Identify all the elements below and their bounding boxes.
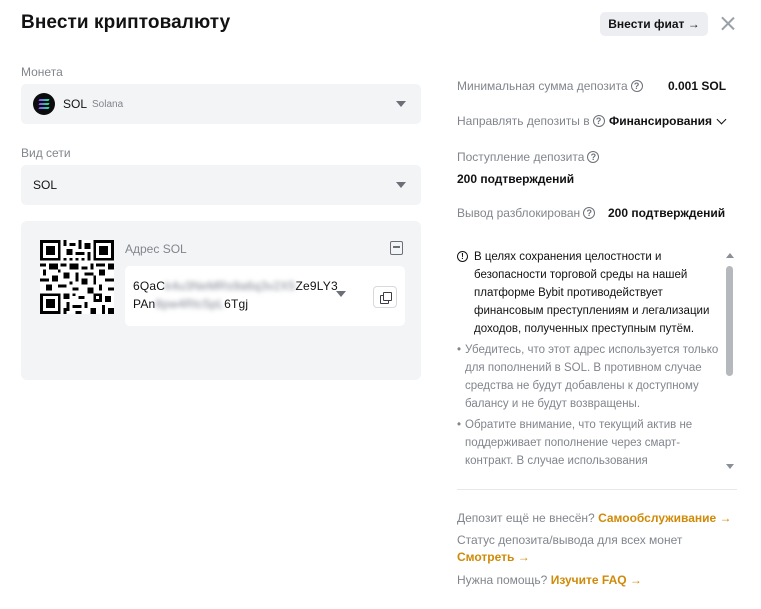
address-masked: k4u3NeMRs9a6q3v2X5 bbox=[165, 279, 296, 293]
view-status-row: Смотреть → bbox=[457, 550, 530, 564]
notice-main: ! В целях сохранения целостности и безоп… bbox=[457, 248, 721, 338]
min-deposit-value: 0.001 SOL bbox=[668, 79, 727, 93]
not-arrived-row: Депозит ещё не внесён? Самообслуживание … bbox=[457, 511, 732, 525]
page-title: Внести криптовалюту bbox=[21, 12, 231, 33]
notice-item: Убедитесь, что этот адрес используется т… bbox=[457, 341, 721, 413]
address-line-1: 6QaCk4u3NeMRs9a6q3v2X5Ze9LY3 bbox=[133, 279, 338, 293]
direct-deposit-row: Направлять депозиты в? bbox=[457, 114, 605, 128]
faq-link[interactable]: Изучите FAQ → bbox=[551, 573, 642, 587]
network-select[interactable]: SOL bbox=[21, 165, 421, 205]
help-icon[interactable]: ? bbox=[587, 151, 600, 163]
self-service-link[interactable]: Самообслуживание → bbox=[598, 511, 732, 525]
arrival-row: Поступление депозита? bbox=[457, 150, 600, 164]
view-link[interactable]: Смотреть → bbox=[457, 550, 530, 564]
notice-scrollbar[interactable] bbox=[724, 251, 736, 471]
scroll-thumb[interactable] bbox=[726, 266, 733, 376]
address-field[interactable]: 6QaCk4u3NeMRs9a6q3v2X5Ze9LY3 PAn8pw4Rtc5… bbox=[125, 266, 405, 326]
account-select[interactable]: Финансирования bbox=[609, 114, 727, 128]
address-line-2: PAn8pw4Rtc5pL6Tgj bbox=[133, 297, 249, 311]
copy-address-button[interactable] bbox=[373, 286, 397, 308]
address-label: Адрес SOL bbox=[125, 242, 187, 256]
min-deposit-row: Минимальная сумма депозита? bbox=[457, 79, 643, 93]
address-panel: Адрес SOL 6QaCk4u3NeMRs9a6q3v2X5Ze9LY3 P… bbox=[21, 221, 421, 380]
coin-name: Solana bbox=[92, 98, 124, 110]
help-icon[interactable]: ? bbox=[630, 80, 643, 92]
scroll-up-icon[interactable] bbox=[726, 253, 734, 258]
unlock-value: 200 подтверждений bbox=[608, 206, 726, 220]
deposit-fiat-button[interactable]: Внести фиат → bbox=[600, 12, 708, 36]
help-icon[interactable]: ? bbox=[583, 207, 596, 219]
network-label: Вид сети bbox=[21, 146, 71, 160]
solana-icon bbox=[33, 93, 55, 115]
address-book-icon[interactable] bbox=[390, 241, 403, 255]
network-value: SOL bbox=[33, 178, 58, 192]
coin-label: Монета bbox=[21, 65, 63, 79]
dropdown-arrow-icon bbox=[396, 182, 406, 188]
coin-symbol: SOL bbox=[63, 97, 88, 111]
address-masked: 8pw4Rtc5pL bbox=[155, 297, 225, 311]
qr-code bbox=[40, 240, 114, 314]
notice-panel: ! В целях сохранения целостности и безоп… bbox=[457, 248, 737, 490]
arrival-value: 200 подтверждений bbox=[457, 172, 575, 186]
info-icon: ! bbox=[457, 251, 468, 262]
unlock-row: Вывод разблокирован? bbox=[457, 206, 596, 220]
help-icon[interactable]: ? bbox=[592, 115, 605, 127]
dropdown-arrow-icon bbox=[396, 101, 406, 107]
chevron-down-icon bbox=[716, 114, 727, 124]
expand-address-icon[interactable] bbox=[336, 291, 346, 297]
scroll-down-icon[interactable] bbox=[726, 464, 734, 469]
close-icon[interactable] bbox=[719, 15, 736, 32]
help-row: Нужна помощь? Изучите FAQ → bbox=[457, 573, 642, 587]
status-text: Статус депозита/вывода для всех монет bbox=[457, 533, 683, 547]
coin-select[interactable]: SOL Solana bbox=[21, 84, 421, 124]
notice-item: Обратите внимание, что текущий актив не … bbox=[457, 416, 721, 470]
